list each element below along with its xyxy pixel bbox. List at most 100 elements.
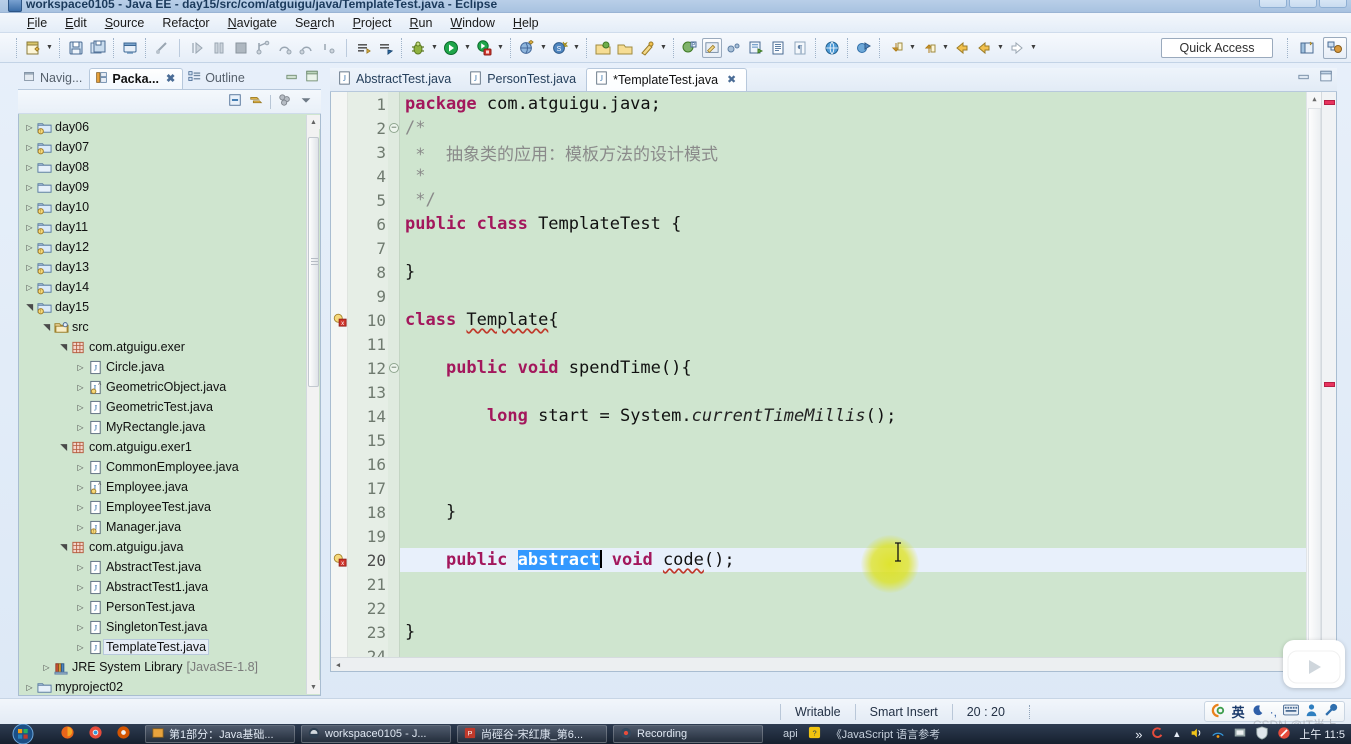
chevron-right-icon[interactable]: ▷	[74, 583, 87, 592]
menu-project[interactable]: Project	[344, 14, 401, 32]
code-lines[interactable]: 1 package com.atguigu.java; 2/* −3 * 抽象类的应用…	[331, 92, 1336, 671]
project-tree-body[interactable]: ▷! day06 ▷! day07 ▷ day08 ▷ day09 ▷! day10 ▷! day11…	[19, 117, 306, 695]
shield-icon[interactable]	[1255, 725, 1269, 743]
collapse-all-icon[interactable]	[228, 93, 242, 110]
menu-help[interactable]: Help	[504, 14, 548, 32]
tree-item[interactable]: ▷ J PersonTest.java	[19, 597, 306, 617]
taskbar-item-recording[interactable]: Recording	[613, 725, 763, 743]
open-perspective-icon[interactable]	[854, 38, 874, 58]
chevron-right-icon[interactable]: ▷	[23, 243, 36, 252]
maximize-button[interactable]	[1289, 0, 1317, 8]
chrome-icon[interactable]	[88, 725, 103, 743]
pilcrow-icon[interactable]: ¶	[790, 38, 810, 58]
tree-item[interactable]: ▷! day14	[19, 277, 306, 297]
save-icon[interactable]	[66, 38, 86, 58]
chevron-right-icon[interactable]: ▷	[74, 363, 87, 372]
code-editor[interactable]: 1 package com.atguigu.java; 2/* −3 * 抽象类的应用…	[330, 92, 1337, 672]
tree-item[interactable]: ◢ src	[19, 317, 306, 337]
tree-item[interactable]: ▷ JRE System Library [JavaSE-1.8]	[19, 657, 306, 677]
open-perspective-button[interactable]	[1296, 37, 1320, 59]
overview-error-marker[interactable]	[1324, 100, 1335, 105]
close-icon[interactable]: ✖	[727, 73, 736, 86]
tree-item[interactable]: ▷ day09	[19, 177, 306, 197]
scroll-left-arrow-icon[interactable]: ◀	[331, 658, 345, 671]
code-line[interactable]: 6 public class TemplateTest {	[331, 212, 1336, 236]
menu-refactor[interactable]: Refactor	[153, 14, 218, 32]
menu-window[interactable]: Window	[441, 14, 503, 32]
tree-item[interactable]: ▷! day12	[19, 237, 306, 257]
chevron-down-icon[interactable]: ◢	[58, 441, 69, 454]
ime-mode-label[interactable]: 英	[1232, 702, 1245, 721]
save-all-icon[interactable]	[88, 38, 108, 58]
code-line[interactable]: 5 */	[331, 188, 1336, 212]
new-wizard-icon[interactable]	[23, 38, 43, 58]
taskbar-item-powerpoint[interactable]: P 尚硜谷-宋红康_第6...	[457, 725, 607, 743]
tree-item[interactable]: ▷ J A GeometricObject.java	[19, 377, 306, 397]
forward-dropdown-icon[interactable]	[1028, 38, 1039, 58]
code-line[interactable]: 20 public abstract void code();	[367, 548, 1306, 572]
quick-access-input[interactable]: Quick Access	[1161, 38, 1273, 58]
code-line[interactable]: 13	[331, 380, 1336, 404]
error-marker-icon[interactable]: x	[333, 313, 347, 327]
link-icon[interactable]	[746, 38, 766, 58]
debug-dropdown-icon[interactable]	[429, 38, 440, 58]
up-chevron-icon[interactable]: ▲	[1172, 729, 1181, 739]
tab-navigator[interactable]: Navig...	[18, 68, 89, 89]
browser-icon[interactable]	[116, 725, 131, 743]
taskbar-item-eclipse[interactable]: workspace0105 - J...	[301, 725, 451, 743]
menu-navigate[interactable]: Navigate	[219, 14, 286, 32]
code-line[interactable]: 10 class Template{	[331, 308, 1336, 332]
chevron-right-icon[interactable]: ▷	[23, 683, 36, 692]
menu-search[interactable]: Search	[286, 14, 344, 32]
tab-package-explorer[interactable]: Packa... ✖	[89, 68, 184, 89]
new-java-project-icon[interactable]	[517, 38, 537, 58]
project-tree[interactable]: ▷! day06 ▷! day07 ▷ day08 ▷ day09 ▷! day10 ▷! day11…	[18, 114, 321, 696]
chevron-down-icon[interactable]: ◢	[24, 301, 35, 314]
chevron-down-icon[interactable]: ◢	[41, 321, 52, 334]
tree-item[interactable]: ▷ day08	[19, 157, 306, 177]
code-line[interactable]: 3 * 抽象类的应用：模板方法的设计模式	[331, 140, 1336, 165]
editor-tab-templatetest[interactable]: J *TemplateTest.java ✖	[586, 68, 748, 91]
back-dropdown-icon[interactable]	[995, 38, 1006, 58]
maximize-editor-button[interactable]	[1319, 70, 1333, 86]
code-line[interactable]: 14 long start = System.currentTimeMillis…	[331, 404, 1336, 428]
editor-horizontal-scrollbar[interactable]: ◀ ▶	[331, 657, 1336, 671]
menu-run[interactable]: Run	[400, 14, 441, 32]
chevron-right-icon[interactable]: ▷	[74, 623, 87, 632]
chevron-right-icon[interactable]: ▷	[23, 183, 36, 192]
code-line[interactable]: 1 package com.atguigu.java;	[331, 92, 1336, 116]
tree-item[interactable]: ▷ J AbstractTest.java	[19, 557, 306, 577]
chevron-right-icon[interactable]: ▷	[23, 163, 36, 172]
overview-error-marker[interactable]	[1324, 382, 1335, 387]
code-line[interactable]: 23}	[331, 620, 1336, 644]
tree-item[interactable]: ▷! day13	[19, 257, 306, 277]
minimize-button[interactable]	[1259, 0, 1287, 8]
new-class-dropdown-icon[interactable]	[571, 38, 582, 58]
tree-item[interactable]: ▷ J EmployeeTest.java	[19, 497, 306, 517]
previous-edit-dropdown-icon[interactable]	[907, 38, 918, 58]
windows-start-orb[interactable]	[0, 724, 46, 744]
chevron-right-icon[interactable]: ▷	[74, 383, 87, 392]
taskbar-item-api[interactable]: api	[783, 728, 798, 740]
pin-editor-icon[interactable]: P	[680, 38, 700, 58]
minimize-view-button[interactable]	[285, 71, 299, 86]
error-marker-icon[interactable]: x	[333, 553, 347, 567]
chevron-right-icon[interactable]: ▷	[23, 123, 36, 132]
run-icon[interactable]	[441, 38, 461, 58]
sogou-icon[interactable]	[1150, 726, 1164, 743]
editor-tab-persontest[interactable]: J PersonTest.java	[461, 68, 586, 91]
previous-edit-icon[interactable]	[886, 38, 906, 58]
forward-icon[interactable]	[1007, 38, 1027, 58]
editor-vertical-scrollbar[interactable]: ▲	[1306, 92, 1321, 668]
tree-item[interactable]: ▷ J CommonEmployee.java	[19, 457, 306, 477]
new-class-icon[interactable]: S	[550, 38, 570, 58]
code-line[interactable]: 12 public void spendTime(){	[331, 356, 1336, 380]
code-line[interactable]: 8}	[331, 260, 1336, 284]
code-line[interactable]: 2 /*	[331, 116, 1336, 140]
volume-icon[interactable]	[1189, 726, 1203, 743]
taskbar-item-java-course[interactable]: 第1部分：Java基础...	[145, 725, 295, 743]
tree-item[interactable]: ◢ com.atguigu.exer	[19, 337, 306, 357]
tree-item[interactable]: ◢ com.atguigu.java	[19, 537, 306, 557]
tree-item[interactable]: ◢ com.atguigu.exer1	[19, 437, 306, 457]
tree-item[interactable]: ◢! day15	[19, 297, 306, 317]
